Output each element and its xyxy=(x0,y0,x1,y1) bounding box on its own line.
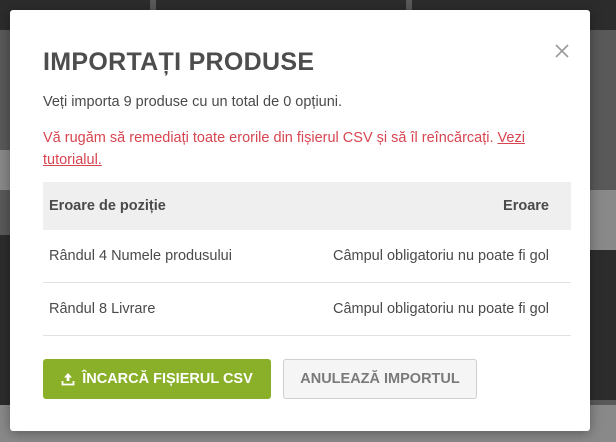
table-row: Rândul 8 Livrare Câmpul obligatoriu nu p… xyxy=(43,283,571,336)
upload-icon xyxy=(61,372,75,386)
row-error-cell: Câmpul obligatoriu nu poate fi gol xyxy=(332,248,549,264)
upload-button-label: ÎNCARCĂ FIȘIERUL CSV xyxy=(82,371,253,387)
row-position-cell: Rândul 8 Livrare xyxy=(49,301,156,317)
row-error-cell: Câmpul obligatoriu nu poate fi gol xyxy=(332,301,549,317)
cancel-import-button[interactable]: ANULEAZĂ IMPORTUL xyxy=(283,359,477,399)
error-message: Vă rugăm să remediați toate erorile din … xyxy=(43,127,573,171)
errors-table: Eroare de poziție Eroare Rândul 4 Numele… xyxy=(43,182,571,336)
table-header: Eroare de poziție Eroare xyxy=(43,182,571,230)
modal-title: IMPORTAȚI PRODUSE xyxy=(43,48,315,76)
error-text: Vă rugăm să remediați toate erorile din … xyxy=(43,130,494,146)
import-products-modal: IMPORTAȚI PRODUSE Veți importa 9 produse… xyxy=(10,10,590,431)
import-summary-text: Veți importa 9 produse cu un total de 0 … xyxy=(43,94,343,110)
table-row: Rândul 4 Numele produsului Câmpul obliga… xyxy=(43,230,571,283)
upload-csv-button[interactable]: ÎNCARCĂ FIȘIERUL CSV xyxy=(43,359,271,399)
column-header-position: Eroare de poziție xyxy=(49,198,166,214)
column-header-error: Eroare xyxy=(503,198,549,214)
row-position-cell: Rândul 4 Numele produsului xyxy=(49,248,232,264)
close-icon[interactable] xyxy=(551,40,571,60)
